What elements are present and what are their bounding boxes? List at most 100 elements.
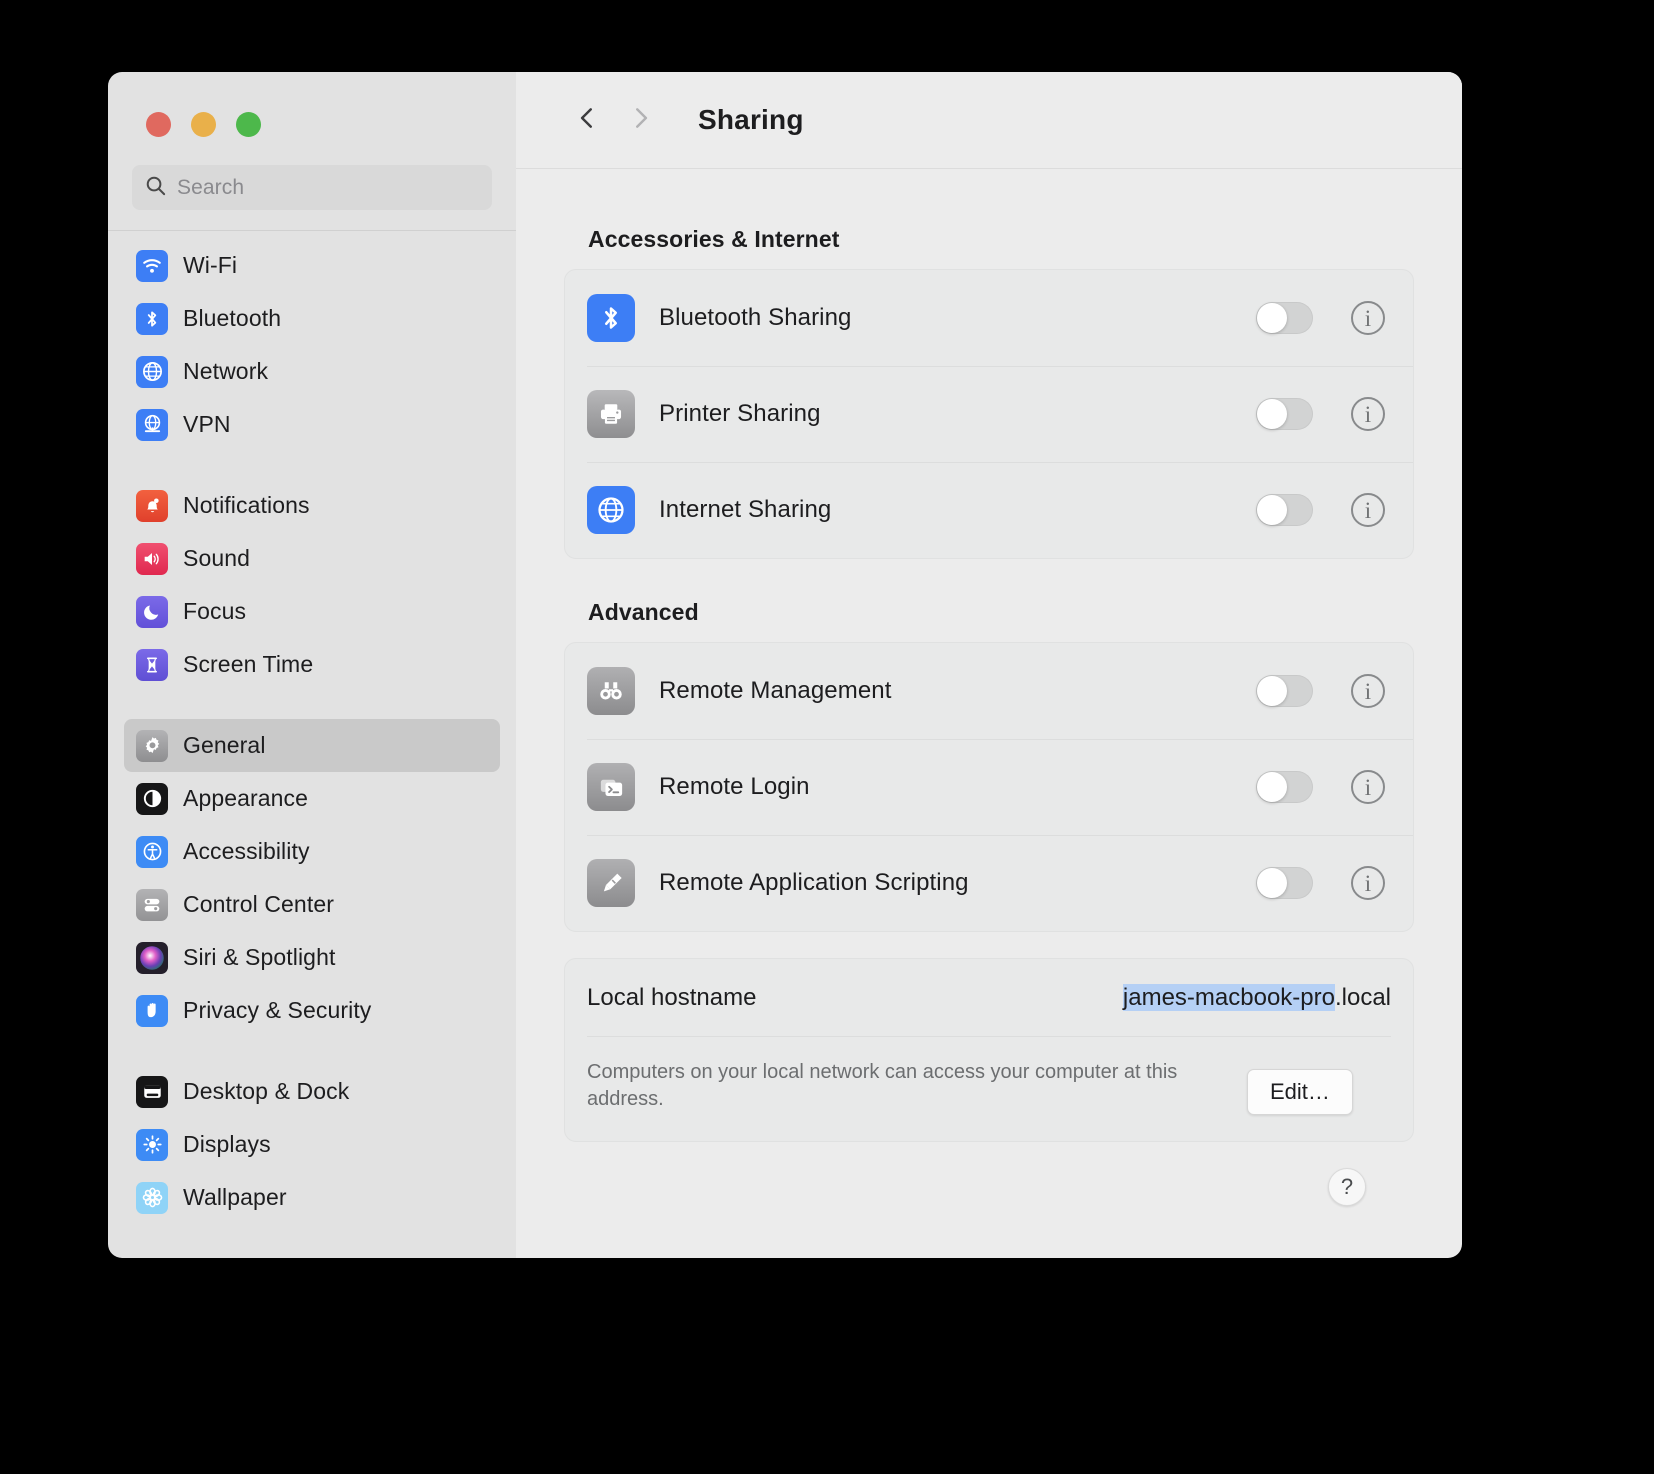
sidebar-item-label: Control Center xyxy=(183,891,334,917)
page-title: Sharing xyxy=(698,104,804,135)
sidebar-item-label: Privacy & Security xyxy=(183,997,372,1023)
remote-login-info-icon[interactable]: i xyxy=(1351,770,1385,804)
sidebar-item-network[interactable]: Network xyxy=(124,345,500,398)
pane-content: Accessories & Internet Bluetooth Sharing… xyxy=(516,168,1462,1258)
sidebar-item-notifications[interactable]: Notifications xyxy=(124,479,500,532)
row-bluetooth-sharing[interactable]: Bluetooth Sharing i xyxy=(565,270,1413,366)
edit-hostname-button[interactable]: Edit… xyxy=(1247,1069,1353,1115)
sidebar-item-label: General xyxy=(183,732,266,758)
row-label: Internet Sharing xyxy=(659,496,832,523)
system-settings-window: Search Wi-Fi Bluetooth Network VPN Notif… xyxy=(108,72,1462,1258)
local-hostname-footer: Computers on your local network can acce… xyxy=(565,1037,1413,1141)
globe-icon xyxy=(587,486,635,534)
help-button[interactable]: ? xyxy=(1328,1168,1366,1206)
wifi-icon xyxy=(136,249,168,282)
sidebar-group-general: General Appearance Accessibility Control… xyxy=(124,719,500,1037)
forward-button[interactable] xyxy=(614,93,668,147)
printer-sharing-info-icon[interactable]: i xyxy=(1351,397,1385,431)
sidebar-group-system: Notifications Sound Focus Screen Time xyxy=(124,479,500,691)
vpn-globe-icon xyxy=(136,408,168,441)
local-hostname-row: Local hostname james-macbook-pro.local xyxy=(565,959,1413,1037)
row-remote-application-scripting[interactable]: Remote Application Scripting i xyxy=(565,835,1413,931)
sidebar-item-label: Screen Time xyxy=(183,651,314,677)
remote-application-scripting-info-icon[interactable]: i xyxy=(1351,866,1385,900)
row-remote-login[interactable]: Remote Login i xyxy=(565,739,1413,835)
bluetooth-sharing-info-icon[interactable]: i xyxy=(1351,301,1385,335)
search-input[interactable]: Search xyxy=(132,165,492,210)
chevron-left-icon xyxy=(573,104,601,137)
printer-sharing-toggle[interactable] xyxy=(1256,398,1313,430)
back-button[interactable] xyxy=(560,93,614,147)
chevron-right-icon xyxy=(627,104,655,137)
sidebar: Search Wi-Fi Bluetooth Network VPN Notif… xyxy=(108,72,516,1258)
window-controls xyxy=(108,72,516,152)
sidebar-item-screen-time[interactable]: Screen Time xyxy=(124,638,500,691)
sidebar-item-wi-fi[interactable]: Wi-Fi xyxy=(124,239,500,292)
sidebar-item-label: Focus xyxy=(183,598,247,624)
sidebar-item-label: Sound xyxy=(183,545,251,571)
brightness-icon xyxy=(136,1128,168,1161)
bluetooth-sharing-toggle[interactable] xyxy=(1256,302,1313,334)
minimize-button[interactable] xyxy=(191,112,216,137)
sidebar-item-accessibility[interactable]: Accessibility xyxy=(124,825,500,878)
sidebar-group-separator xyxy=(124,691,500,719)
main-pane: Sharing Accessories & Internet Bluetooth… xyxy=(516,72,1462,1258)
local-hostname-value[interactable]: james-macbook-pro.local xyxy=(1122,984,1391,1012)
sidebar-item-wallpaper[interactable]: Wallpaper xyxy=(124,1171,500,1224)
sidebar-item-desktop-dock[interactable]: Desktop & Dock xyxy=(124,1065,500,1118)
row-label: Remote Management xyxy=(659,677,892,704)
sidebar-item-label: Displays xyxy=(183,1131,271,1157)
row-label: Remote Application Scripting xyxy=(659,869,969,896)
printer-icon xyxy=(587,390,635,438)
sidebar-item-label: Wi-Fi xyxy=(183,252,238,278)
sidebar-item-siri-spotlight[interactable]: Siri & Spotlight xyxy=(124,931,500,984)
local-hostname-description: Computers on your local network can acce… xyxy=(587,1061,1178,1110)
local-hostname-card: Local hostname james-macbook-pro.local C… xyxy=(564,958,1414,1142)
siri-icon xyxy=(136,941,168,974)
row-label: Bluetooth Sharing xyxy=(659,304,852,331)
remote-management-toggle[interactable] xyxy=(1256,675,1313,707)
desktop-dock-icon xyxy=(136,1075,168,1108)
remote-login-toggle[interactable] xyxy=(1256,771,1313,803)
binoculars-icon xyxy=(587,667,635,715)
local-hostname-label: Local hostname xyxy=(587,984,757,1011)
sidebar-item-label: Appearance xyxy=(183,785,309,811)
row-printer-sharing[interactable]: Printer Sharing i xyxy=(565,366,1413,462)
sidebar-nav: Wi-Fi Bluetooth Network VPN Notification… xyxy=(108,231,516,1258)
sidebar-group-separator xyxy=(124,451,500,479)
help-row: ? xyxy=(564,1142,1414,1206)
accessories-card: Bluetooth Sharing i Printer Sharing i In… xyxy=(564,269,1414,559)
gear-icon xyxy=(136,729,168,762)
speaker-icon xyxy=(136,542,168,575)
sidebar-item-label: Notifications xyxy=(183,492,310,518)
zoom-button[interactable] xyxy=(236,112,261,137)
sidebar-item-sound[interactable]: Sound xyxy=(124,532,500,585)
row-remote-management[interactable]: Remote Management i xyxy=(565,643,1413,739)
row-internet-sharing[interactable]: Internet Sharing i xyxy=(565,462,1413,558)
sidebar-item-label: Bluetooth xyxy=(183,305,282,331)
close-button[interactable] xyxy=(146,112,171,137)
moon-icon xyxy=(136,595,168,628)
local-hostname-suffix: .local xyxy=(1334,984,1391,1011)
remote-application-scripting-toggle[interactable] xyxy=(1256,867,1313,899)
section-title-accessories: Accessories & Internet xyxy=(588,226,840,252)
scroll-edge-line xyxy=(516,168,1462,169)
sidebar-item-label: Wallpaper xyxy=(183,1184,287,1210)
sidebar-item-control-center[interactable]: Control Center xyxy=(124,878,500,931)
bluetooth-icon xyxy=(587,294,635,342)
globe-icon xyxy=(136,355,168,388)
sidebar-item-displays[interactable]: Displays xyxy=(124,1118,500,1171)
internet-sharing-info-icon[interactable]: i xyxy=(1351,493,1385,527)
bell-icon xyxy=(136,489,168,522)
sidebar-item-general[interactable]: General xyxy=(124,719,500,772)
pane-toolbar: Sharing xyxy=(516,72,1462,168)
internet-sharing-toggle[interactable] xyxy=(1256,494,1313,526)
sidebar-item-bluetooth[interactable]: Bluetooth xyxy=(124,292,500,345)
sidebar-item-privacy-security[interactable]: Privacy & Security xyxy=(124,984,500,1037)
sidebar-item-focus[interactable]: Focus xyxy=(124,585,500,638)
section-title-advanced: Advanced xyxy=(588,599,699,625)
sidebar-item-appearance[interactable]: Appearance xyxy=(124,772,500,825)
sidebar-item-vpn[interactable]: VPN xyxy=(124,398,500,451)
remote-management-info-icon[interactable]: i xyxy=(1351,674,1385,708)
hourglass-icon xyxy=(136,648,168,681)
